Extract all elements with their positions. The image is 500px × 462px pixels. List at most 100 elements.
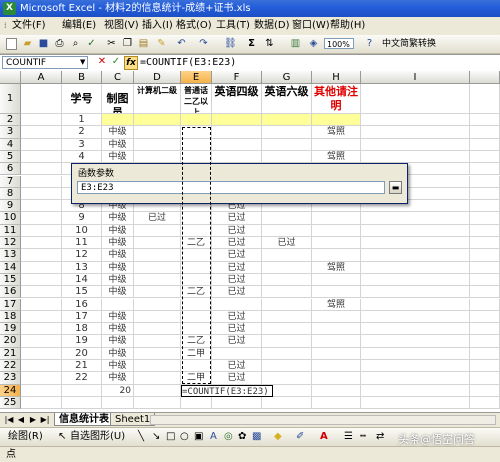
range-input[interactable]: E3:E23 [77,181,385,194]
grid-cell[interactable]: 驾照 [312,298,361,311]
column-header[interactable]: E [181,71,212,84]
grid-cell[interactable] [181,138,212,151]
row-header[interactable]: 17 [0,298,21,311]
grid-cell[interactable] [21,84,62,114]
grid-cell[interactable]: 9 [62,212,102,225]
grid-cell[interactable] [181,323,212,336]
arrow-icon[interactable]: ↘ [152,431,160,443]
grid-cell[interactable] [470,372,500,385]
grid-cell[interactable] [470,273,500,287]
grid-cell[interactable]: 中级 [102,286,134,299]
grid-cell[interactable]: 已过 [212,286,262,299]
grid-cell[interactable]: 15 [62,286,102,299]
grid-cell[interactable] [312,114,361,127]
grid-cell[interactable]: 19 [62,335,102,348]
grid-cell[interactable] [361,360,470,373]
rectangle-icon[interactable]: □ [166,431,175,443]
grid-cell[interactable] [21,224,62,237]
row-header[interactable]: 10 [0,212,21,225]
grid-cell[interactable] [361,138,470,151]
row-header[interactable]: 2 [0,114,21,127]
grid-cell[interactable] [361,249,470,262]
grid-cell[interactable]: 已过 [212,323,262,336]
grid-cell[interactable] [312,237,361,250]
grid-cell[interactable] [361,273,470,287]
grid-cell[interactable] [21,187,62,201]
grid-cell[interactable] [262,335,312,348]
cut-icon[interactable]: ✂ [106,38,117,49]
grid-cell[interactable]: 二甲 [181,347,212,360]
menu-format[interactable]: 格式(O) [176,17,212,35]
grid-cell[interactable]: 已过 [212,372,262,385]
select-objects-icon[interactable]: ↖ [58,431,66,443]
chevron-down-icon[interactable]: ▼ [80,58,85,66]
name-box[interactable]: COUNTIF [2,56,88,69]
grid-cell[interactable] [181,114,212,127]
grid-cell[interactable]: 已过 [212,224,262,237]
grid-cell[interactable] [134,138,181,151]
grid-cell[interactable] [21,323,62,336]
grid-cell[interactable] [470,126,500,139]
grid-cell[interactable] [21,360,62,373]
grid-cell[interactable] [262,396,312,410]
grid-cell[interactable]: 中级 [102,126,134,139]
grid-cell[interactable] [312,323,361,336]
textbox-icon[interactable]: ▣ [194,431,203,443]
row-header[interactable]: 12 [0,237,21,250]
menu-view[interactable]: 视图(V) [104,17,139,35]
grid-cell[interactable] [212,150,262,164]
grid-cell[interactable] [134,273,181,287]
grid-cell[interactable] [361,372,470,385]
grid-cell[interactable] [21,372,62,385]
menu-edit[interactable]: 编辑(E) [62,17,96,35]
grid-cell[interactable] [21,150,62,164]
grid-cell[interactable]: 学号 [62,84,102,114]
worksheet-grid[interactable]: A B C D E F G H I 1 2 3 4 5 6 7 8 9 10 11 12 13 14 15 16 17 18 19 20… [0,71,500,412]
grid-cell[interactable]: 中级 [102,323,134,336]
insert-function-icon[interactable]: fx [124,56,138,70]
grid-cell[interactable] [212,298,262,311]
menu-file[interactable]: 文件(F) [12,17,46,35]
grid-cell[interactable] [21,298,62,311]
grid-cell[interactable] [470,163,500,176]
grid-cell[interactable] [470,396,500,410]
help-icon[interactable]: ? [364,38,375,49]
grid-cell[interactable] [361,323,470,336]
grid-cell[interactable] [361,310,470,324]
grid-cell[interactable] [21,114,62,127]
spelling-icon[interactable]: ✓ [86,38,97,49]
grid-cell[interactable]: 中级 [102,360,134,373]
menu-tools[interactable]: 工具(T) [216,17,250,35]
grid-cell[interactable]: 中级 [102,249,134,262]
grid-cell[interactable] [312,384,361,397]
grid-cell[interactable] [312,372,361,385]
grid-cell[interactable] [262,286,312,299]
grid-cell[interactable] [262,126,312,139]
grid-cell[interactable] [470,261,500,274]
grid-cell[interactable] [102,298,134,311]
wordart-icon[interactable]: A [210,431,217,443]
grid-cell[interactable]: 已过 [212,212,262,225]
grid-cell[interactable] [361,237,470,250]
grid-cell[interactable] [470,212,500,225]
grid-cell[interactable] [470,175,500,188]
grid-cell[interactable] [181,212,212,225]
row-header[interactable]: 18 [0,310,21,324]
grid-cell[interactable]: 英语四级 [212,84,262,114]
grid-cell[interactable] [134,360,181,373]
grid-cell[interactable] [262,249,312,262]
grid-cell[interactable]: 已过 [212,273,262,287]
row-header[interactable]: 9 [0,200,21,213]
grid-cell[interactable] [134,237,181,250]
grid-cell[interactable] [21,335,62,348]
grid-cell[interactable]: 22 [62,372,102,385]
row-header[interactable]: 15 [0,273,21,287]
tab-info-stats[interactable]: 信息统计表 [54,413,114,426]
grid-cell[interactable] [212,114,262,127]
grid-cell[interactable]: =COUNTIF(E3:E23) [181,384,273,397]
grid-cell[interactable]: 中级 [102,372,134,385]
grid-cell[interactable] [470,298,500,311]
grid-cell[interactable]: 中级 [102,310,134,324]
grid-cell[interactable]: 中级 [102,212,134,225]
horizontal-scrollbar[interactable] [150,415,496,425]
